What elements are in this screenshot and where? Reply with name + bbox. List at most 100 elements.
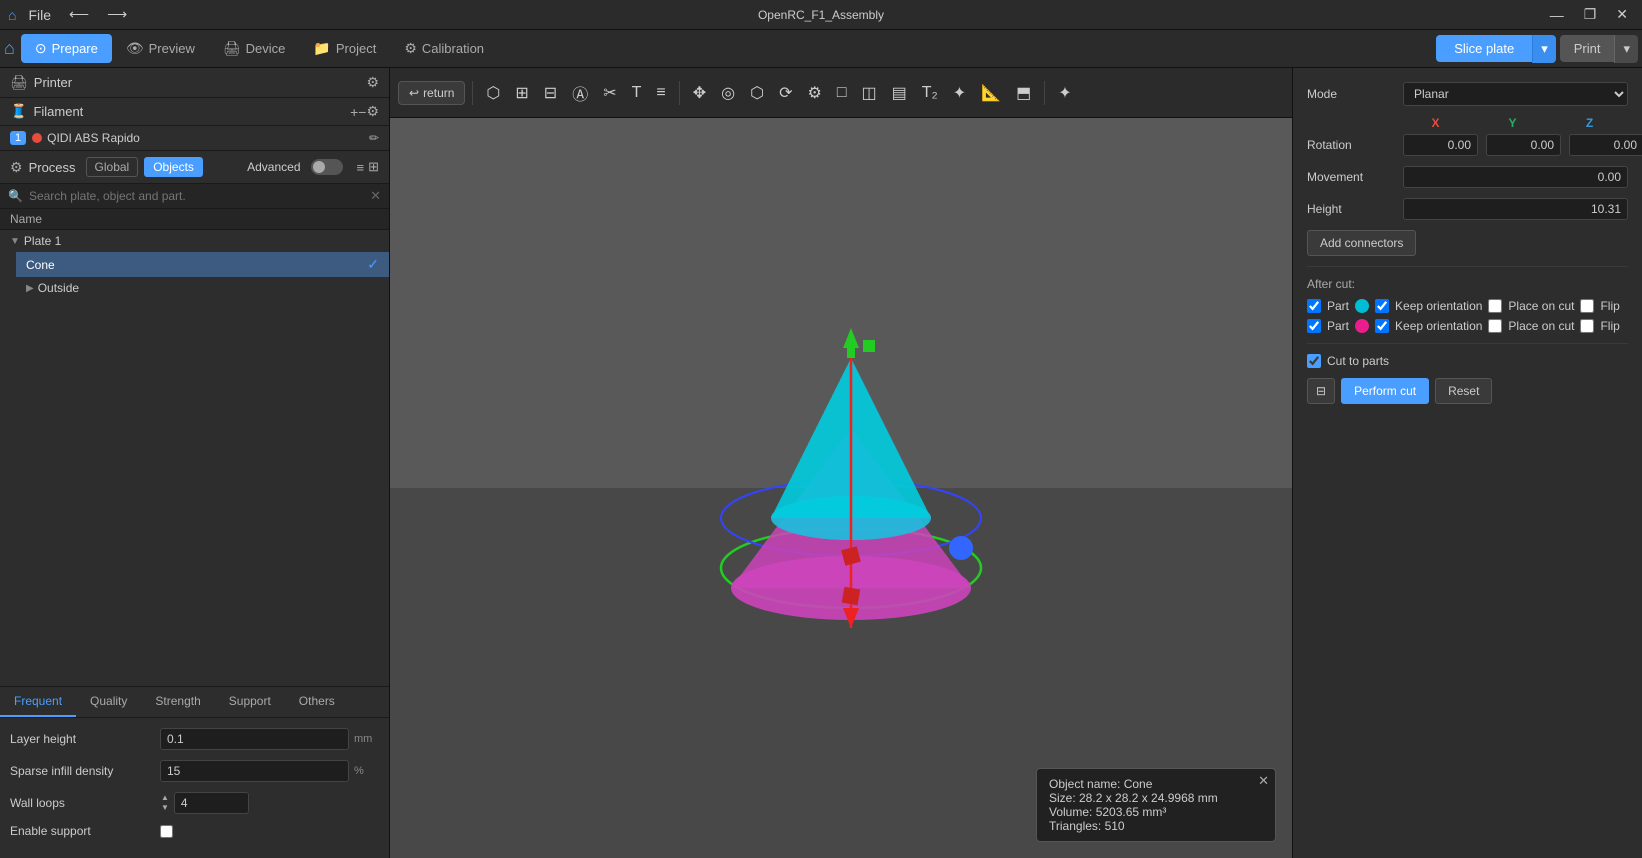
part-cyan-checkbox[interactable] [1307, 299, 1321, 313]
filament-item-row: 1 QIDI ABS Rapido ✏ [0, 126, 389, 151]
info-name: Object name: Cone [1049, 777, 1263, 791]
project-tab-icon: 📁 [313, 40, 330, 57]
layers-btn[interactable]: ⊟ [538, 78, 563, 108]
keep-orientation-cyan-checkbox[interactable] [1375, 299, 1389, 313]
tab-quality[interactable]: Quality [76, 687, 141, 717]
sparse-infill-label: Sparse infill density [10, 764, 160, 778]
after-cut-row-1: Part Keep orientation Place on cut Flip [1307, 299, 1628, 313]
tab-frequent[interactable]: Frequent [0, 687, 76, 717]
filament-add-btn[interactable]: + [350, 104, 358, 120]
paint-btn[interactable]: ◎ [715, 78, 741, 108]
brush2-btn[interactable]: ✦ [947, 78, 972, 108]
grid-view-btn[interactable]: ⊞ [509, 78, 534, 108]
printer-gear-btn[interactable]: ⚙ [366, 74, 379, 91]
cut-btn[interactable]: ✂ [597, 78, 622, 108]
tree-outside[interactable]: ▶ Outside [16, 277, 389, 299]
lasso-btn[interactable]: ⬡ [744, 78, 770, 108]
height-input[interactable] [1403, 198, 1628, 220]
stack-btn[interactable]: ▤ [886, 78, 913, 108]
tree-plate[interactable]: ▼ Plate 1 [0, 230, 389, 252]
flatten-btn[interactable]: ⬒ [1010, 78, 1037, 108]
view-cube-btn[interactable]: ⬡ [480, 78, 506, 108]
prepare-tab-label: Prepare [52, 41, 98, 56]
flip-cyan-checkbox[interactable] [1580, 299, 1594, 313]
cone-3d-object [691, 328, 991, 648]
place-on-cut-cyan-checkbox[interactable] [1488, 299, 1502, 313]
text-btn[interactable]: T [626, 79, 648, 107]
tab-prepare[interactable]: ⊙ Prepare [21, 34, 112, 63]
list-btn[interactable]: ≡ [650, 79, 671, 107]
info-close-btn[interactable]: ✕ [1258, 773, 1269, 789]
redo-btn[interactable]: ⟶ [101, 4, 133, 25]
rotate3d-btn[interactable]: ⟳ [773, 78, 798, 108]
perform-cut-btn[interactable]: Perform cut [1341, 378, 1429, 404]
search-clear-btn[interactable]: ✕ [370, 188, 381, 204]
tab-strength[interactable]: Strength [141, 687, 214, 717]
cut-to-parts-row: Cut to parts [1307, 354, 1628, 368]
reset-btn[interactable]: Reset [1435, 378, 1492, 404]
window-title: OpenRC_F1_Assembly [758, 8, 884, 22]
tab-support[interactable]: Support [215, 687, 285, 717]
tab-preview[interactable]: 👁 Preview [112, 34, 209, 63]
close-btn[interactable]: ✕ [1610, 4, 1634, 25]
settings3-btn[interactable]: ⚙ [802, 78, 828, 108]
print-btn[interactable]: Print [1560, 35, 1615, 62]
undo-btn[interactable]: ⟵ [63, 4, 95, 25]
search-icon: 🔍 [8, 189, 23, 203]
slice-plate-btn[interactable]: Slice plate [1436, 35, 1532, 62]
return-btn[interactable]: ↩ return [398, 81, 465, 105]
tab-device[interactable]: 🖨 Device [209, 34, 300, 63]
keep-orientation-magenta-checkbox[interactable] [1375, 319, 1389, 333]
wall-loops-down-btn[interactable]: ▼ [160, 803, 170, 813]
rotation-z-input[interactable] [1569, 134, 1642, 156]
cut-to-parts-checkbox[interactable] [1307, 354, 1321, 368]
ruler-btn[interactable]: 📐 [975, 78, 1007, 108]
icon-btn[interactable]: ⊟ [1307, 378, 1335, 404]
select-btn[interactable]: ✥ [687, 78, 712, 108]
process-objects-tab[interactable]: Objects [144, 157, 203, 177]
flip-magenta-checkbox[interactable] [1580, 319, 1594, 333]
part-magenta-checkbox[interactable] [1307, 319, 1321, 333]
enable-support-label: Enable support [10, 824, 160, 838]
tree-cone[interactable]: Cone ✓ [16, 252, 389, 277]
process-list-icon-btn[interactable]: ≡ [357, 159, 365, 175]
wall-loops-up-btn[interactable]: ▲ [160, 793, 170, 803]
rotation-y-input[interactable] [1486, 134, 1561, 156]
auto-btn[interactable]: Ⓐ [566, 76, 594, 110]
keep-orientation-magenta-label: Keep orientation [1395, 319, 1482, 333]
viewport[interactable]: ✕ Object name: Cone Size: 28.2 x 28.2 x … [390, 118, 1292, 858]
filament-section-title: Filament [33, 104, 350, 119]
enable-support-checkbox[interactable] [160, 825, 173, 838]
transform-btn[interactable]: T₂ [916, 79, 944, 107]
filament-remove-btn[interactable]: − [358, 104, 366, 120]
filament-edit-btn[interactable]: ✏ [369, 131, 379, 145]
file-menu-btn[interactable]: File [22, 5, 57, 25]
layer-height-input[interactable] [160, 728, 349, 750]
tab-calibration[interactable]: ⚙ Calibration [390, 34, 498, 63]
place-on-cut-magenta-checkbox[interactable] [1488, 319, 1502, 333]
sparse-infill-input[interactable] [160, 760, 349, 782]
tab-others[interactable]: Others [285, 687, 349, 717]
slice-dropdown-btn[interactable]: ▾ [1532, 35, 1556, 63]
tab-project[interactable]: 📁 Project [299, 34, 390, 63]
plate-label: Plate 1 [24, 234, 379, 248]
axis-headers: X Y Z [1397, 116, 1628, 130]
minimize-btn[interactable]: — [1544, 5, 1570, 25]
mode-select[interactable]: Planar [1403, 82, 1628, 106]
box2-btn[interactable]: ◫ [856, 78, 883, 108]
add-connectors-btn[interactable]: Add connectors [1307, 230, 1416, 256]
restore-btn[interactable]: ❐ [1578, 4, 1603, 25]
advanced-toggle[interactable] [311, 159, 343, 175]
cursor-btn[interactable]: ✦ [1052, 78, 1077, 108]
process-global-tab[interactable]: Global [86, 157, 139, 177]
rotation-x-input[interactable] [1403, 134, 1478, 156]
process-grid-icon-btn[interactable]: ⊞ [368, 159, 379, 175]
filament-gear-btn[interactable]: ⚙ [366, 103, 379, 120]
search-input[interactable] [29, 189, 370, 203]
part-cyan-label: Part [1327, 299, 1349, 313]
box-btn[interactable]: □ [831, 79, 853, 107]
wall-loops-input[interactable] [174, 792, 249, 814]
print-dropdown-btn[interactable]: ▾ [1614, 35, 1638, 63]
prepare-tab-icon: ⊙ [35, 40, 47, 57]
movement-input[interactable] [1403, 166, 1628, 188]
